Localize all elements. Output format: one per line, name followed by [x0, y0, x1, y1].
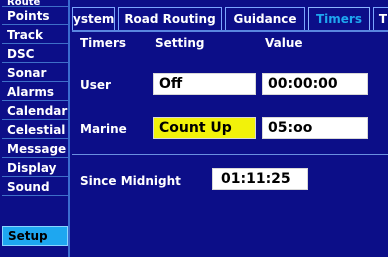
tab-next-partial[interactable]: T	[373, 7, 388, 30]
sidebar-item-points[interactable]: Points	[2, 7, 68, 25]
sidebar-divider	[68, 0, 70, 257]
tab-timers[interactable]: Timers	[308, 7, 370, 30]
since-midnight-label: Since Midnight	[80, 174, 181, 188]
marine-value-field[interactable]: 05:oo	[262, 117, 368, 139]
column-header-setting: Setting	[155, 36, 205, 50]
sidebar-item-calendar[interactable]: Calendar	[2, 102, 68, 120]
marine-setting-field[interactable]: Count Up	[153, 117, 256, 139]
sidebar-item-sound[interactable]: Sound	[2, 178, 68, 196]
timers-screen: Route Points Track DSC Sonar Alarms Cale…	[0, 0, 388, 257]
tab-system[interactable]: ystem	[72, 7, 115, 30]
sidebar-item-message[interactable]: Message	[2, 140, 68, 158]
sidebar-item-route[interactable]: Route	[2, 0, 68, 7]
user-setting-field[interactable]: Off	[153, 73, 256, 95]
user-value-field[interactable]: 00:00:00	[262, 73, 368, 95]
timer-label-marine: Marine	[80, 122, 127, 136]
sidebar-item-display[interactable]: Display	[2, 159, 68, 177]
sidebar-item-sonar[interactable]: Sonar	[2, 64, 68, 82]
since-midnight-value: 01:11:25	[212, 168, 308, 190]
main-menu-sidebar: Route Points Track DSC Sonar Alarms Cale…	[0, 0, 70, 257]
tab-road-routing[interactable]: Road Routing	[118, 7, 222, 30]
sidebar-item-alarms[interactable]: Alarms	[2, 83, 68, 101]
tab-bar: ystem Road Routing Guidance Timers T	[72, 0, 388, 30]
section-divider	[72, 154, 388, 155]
sidebar-item-track[interactable]: Track	[2, 26, 68, 44]
sidebar-item-celestial[interactable]: Celestial	[2, 121, 68, 139]
timer-label-user: User	[80, 78, 111, 92]
tab-bar-underline	[72, 30, 388, 32]
column-header-value: Value	[265, 36, 303, 50]
tab-guidance[interactable]: Guidance	[225, 7, 305, 30]
sidebar-item-dsc[interactable]: DSC	[2, 45, 68, 63]
sidebar-item-setup[interactable]: Setup	[2, 226, 68, 246]
column-header-timers: Timers	[80, 36, 127, 50]
